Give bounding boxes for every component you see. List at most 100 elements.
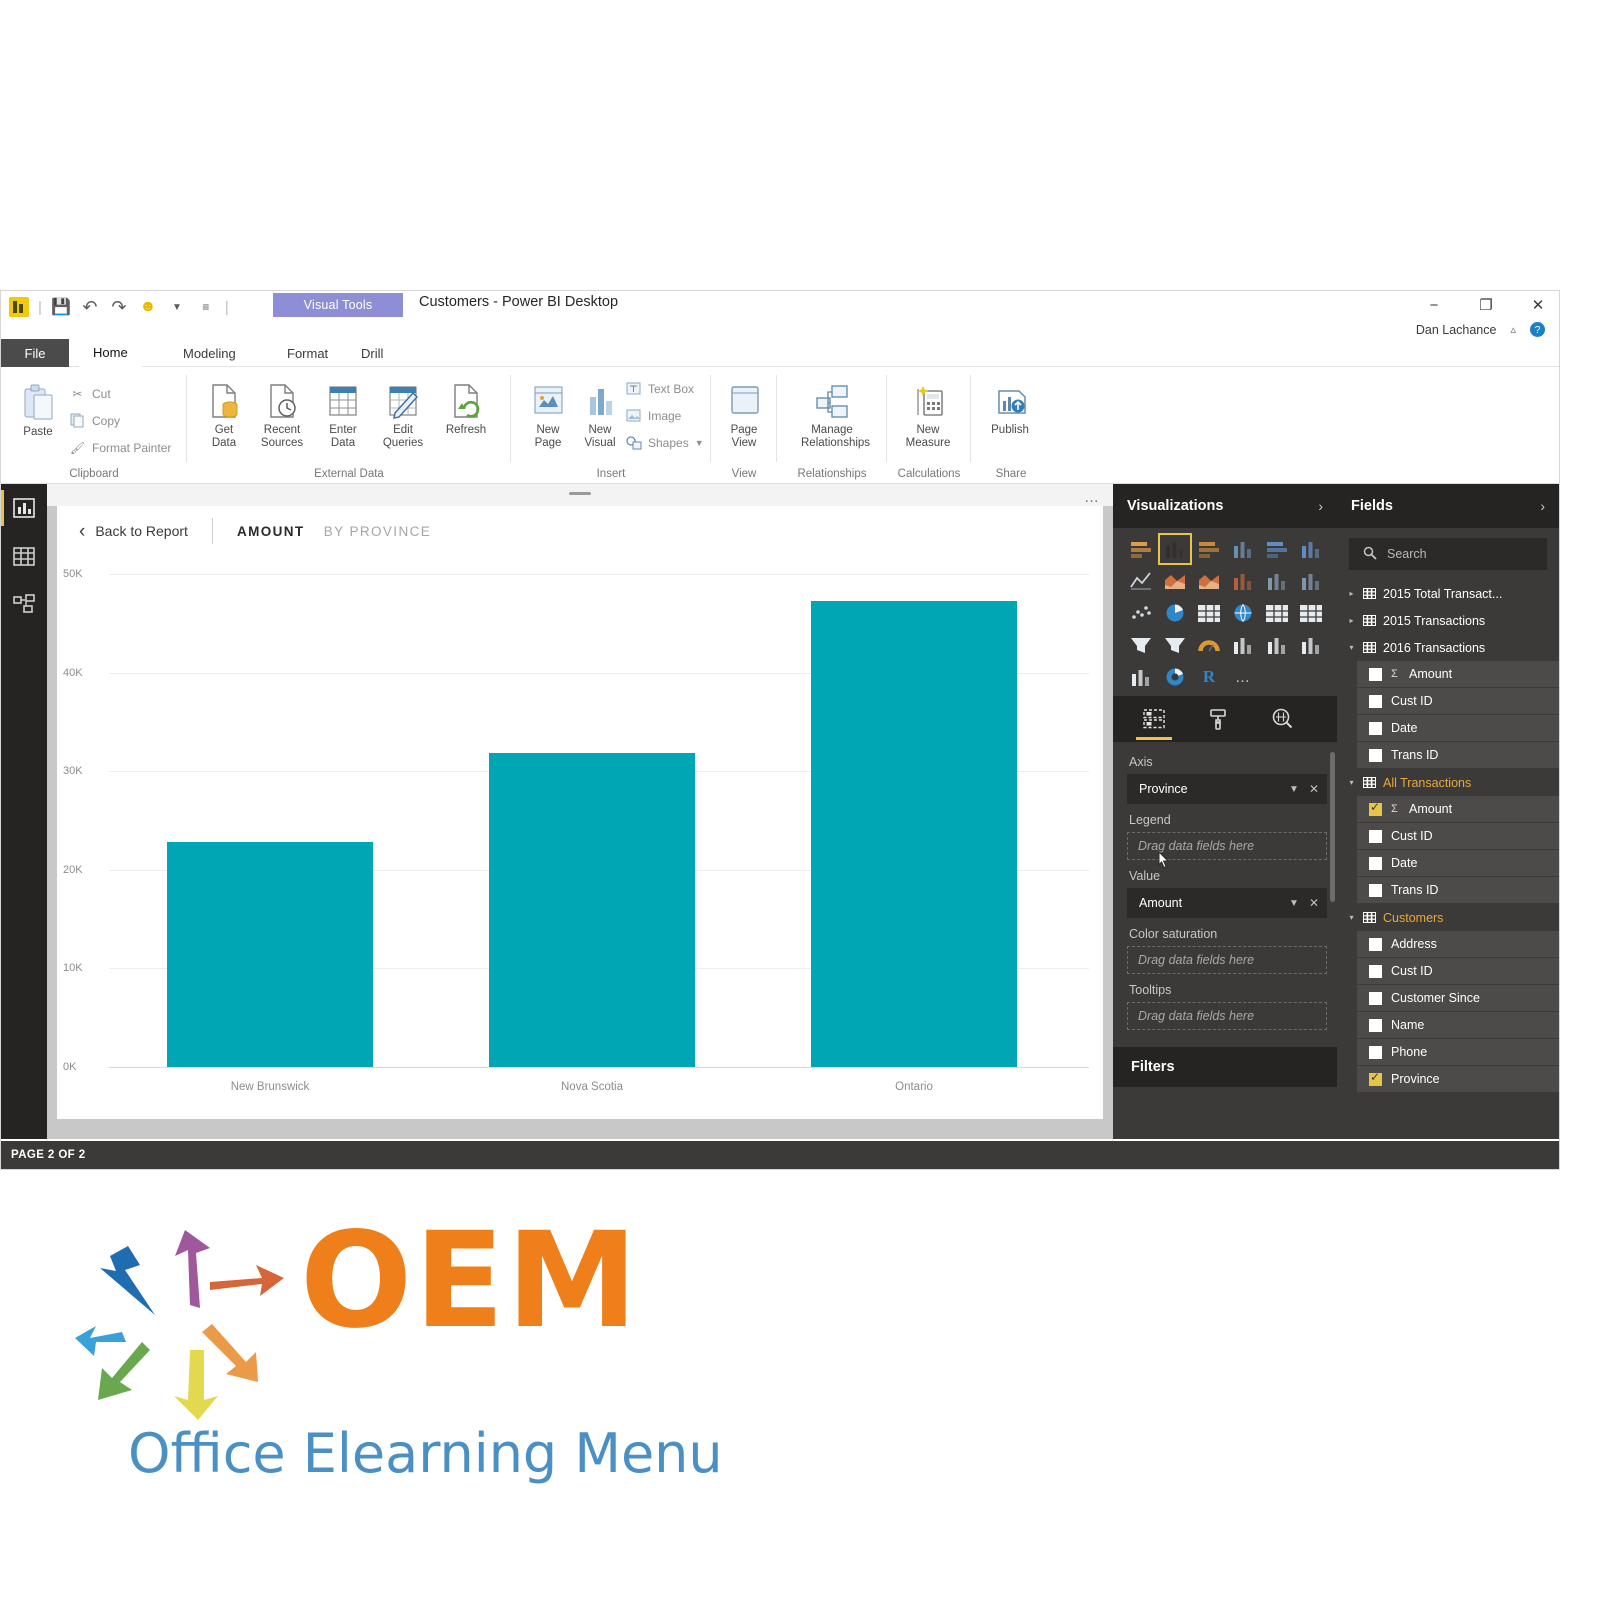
shapes-dropdown-icon[interactable]: ▼ [695,438,704,448]
line-clustered-column-chart-icon[interactable] [1263,568,1291,594]
chevron-right-icon[interactable]: ▸ [1347,589,1356,598]
undo-icon[interactable]: ↶ [80,297,100,317]
more-visuals-icon[interactable]: … [1229,664,1257,690]
gauge-icon[interactable] [1195,632,1223,658]
copy-button[interactable]: Copy [69,412,120,429]
customize-qat-icon[interactable]: ▼ [167,297,187,317]
new-visual-button[interactable]: New Visual [569,379,631,450]
well-drop-zone[interactable]: Drag data fields here [1127,946,1327,974]
field-table-row[interactable]: ▸ 2015 Transactions [1337,607,1559,634]
chevron-down-icon[interactable]: ▾ [1347,913,1356,922]
field-row[interactable]: Trans ID [1357,877,1559,904]
image-button[interactable]: Image [625,407,681,424]
filled-map-icon[interactable] [1263,600,1291,626]
field-checkbox[interactable] [1369,721,1382,735]
close-icon[interactable]: ✕ [1527,295,1549,315]
card-icon[interactable] [1229,632,1257,658]
stacked-bar-chart-icon[interactable] [1127,536,1155,562]
paste-button[interactable]: Paste [7,381,69,439]
field-checkbox[interactable] [1369,694,1382,708]
field-row[interactable]: Cust ID [1357,823,1559,850]
filters-header[interactable]: Filters [1113,1047,1337,1087]
field-checkbox[interactable] [1369,1045,1382,1059]
ribbon-chart-icon[interactable] [1297,568,1325,594]
field-row[interactable]: Date [1357,715,1559,742]
ribbon-tab-file[interactable]: File [1,339,69,367]
cut-button[interactable]: ✂ Cut [69,385,110,402]
field-row[interactable]: Σ Amount [1357,796,1559,823]
get-data-button[interactable]: Get Data [193,379,255,450]
scatter-chart-icon[interactable] [1127,600,1155,626]
multi-row-card-icon[interactable] [1263,632,1291,658]
text-box-button[interactable]: Text Box [625,380,694,397]
bar[interactable] [810,600,1018,1067]
resize-grip[interactable] [569,492,591,495]
treemap-icon[interactable] [1195,600,1223,626]
chevron-down-icon[interactable]: ▾ [1347,778,1356,787]
ribbon-tab-modeling[interactable]: Modeling [169,339,250,367]
field-table-row[interactable]: ▾ Customers [1337,904,1559,931]
format-painter-button[interactable]: 🖌 Format Painter [69,439,171,456]
sidebar-item-model-view[interactable] [1,580,47,628]
close-icon[interactable]: ✕ [1309,782,1319,796]
field-row[interactable]: Address [1357,931,1559,958]
bar-chart-visual[interactable]: ‹ Back to Report AMOUNT BY PROVINCE 0K 10… [57,506,1103,1119]
bar[interactable] [488,753,696,1067]
page-view-button[interactable]: Page View [713,379,775,450]
publish-button[interactable]: Publish [979,379,1041,437]
shapes-button[interactable]: Shapes ▼ [625,434,704,451]
analytics-tab[interactable] [1267,702,1297,736]
close-icon[interactable]: ✕ [1309,896,1319,910]
field-checkbox[interactable] [1369,667,1382,681]
field-checkbox[interactable] [1369,883,1382,897]
field-row[interactable]: Customer Since [1357,985,1559,1012]
field-table-row[interactable]: ▸ 2015 Total Transact... [1337,580,1559,607]
ribbon-tab-drill[interactable]: Drill [347,339,397,367]
chevron-right-icon[interactable]: › [1540,498,1545,514]
recent-sources-button[interactable]: Recent Sources [251,379,313,450]
user-name[interactable]: Dan Lachance [1416,323,1497,337]
ribbon-tab-home[interactable]: Home [79,339,142,367]
save-icon[interactable]: 💾 [51,297,71,317]
well-drop-zone[interactable]: Drag data fields here [1127,1002,1327,1030]
chevron-right-icon[interactable]: ▸ [1347,616,1356,625]
field-checkbox[interactable] [1369,937,1382,951]
hundred-percent-stacked-bar-chart-icon[interactable] [1263,536,1291,562]
field-checkbox[interactable] [1369,800,1382,816]
stacked-area-chart-icon[interactable] [1195,568,1223,594]
smiley-icon[interactable]: ☻ [138,297,158,317]
fields-tab[interactable] [1136,702,1172,740]
funnel-icon[interactable] [1127,632,1155,658]
stacked-column-chart-icon[interactable] [1158,533,1192,565]
sidebar-item-report-view[interactable] [1,484,47,532]
field-table-row[interactable]: ▾ 2016 Transactions [1337,634,1559,661]
minimize-icon[interactable]: − [1423,295,1445,315]
field-row[interactable]: Cust ID [1357,958,1559,985]
clustered-column-chart-icon[interactable] [1229,536,1257,562]
area-chart-icon[interactable] [1161,568,1189,594]
chevron-down-icon[interactable]: ▾ [1347,643,1356,652]
map-icon[interactable] [1229,600,1257,626]
field-row[interactable]: Name [1357,1012,1559,1039]
field-row[interactable]: Σ Amount [1357,661,1559,688]
field-table-row[interactable]: ▾ All Transactions [1337,769,1559,796]
manage-relationships-button[interactable]: Manage Relationships [801,379,870,450]
chevron-up-icon[interactable]: ▵ [1510,323,1516,336]
field-row[interactable]: Province [1357,1066,1559,1093]
line-chart-icon[interactable] [1127,568,1155,594]
back-to-report-button[interactable]: ‹ Back to Report [79,522,188,541]
field-row[interactable]: Cust ID [1357,688,1559,715]
redo-icon[interactable]: ↷ [109,297,129,317]
chevron-down-icon[interactable]: ▼ [1289,784,1299,795]
search-input[interactable]: Search [1349,538,1547,570]
field-checkbox[interactable] [1369,748,1382,762]
chevron-down-icon[interactable]: ▼ [1289,898,1299,909]
qat-overflow-icon[interactable]: ≡ [196,297,216,317]
well-field-chip[interactable]: Amount ▼ ✕ [1127,888,1327,918]
field-row[interactable]: Phone [1357,1039,1559,1066]
well-field-chip[interactable]: Province ▼ ✕ [1127,774,1327,804]
field-checkbox[interactable] [1369,1018,1382,1032]
sidebar-item-data-view[interactable] [1,532,47,580]
field-checkbox[interactable] [1369,829,1382,843]
chevron-right-icon[interactable]: › [1318,498,1323,514]
